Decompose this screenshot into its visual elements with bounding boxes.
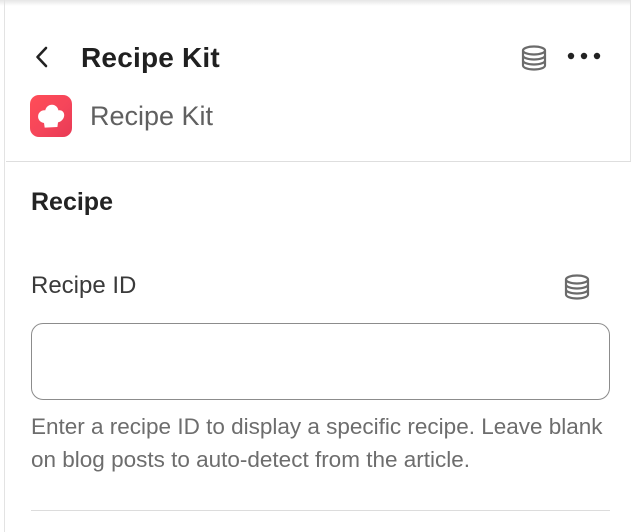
dynamic-source-button[interactable] <box>560 270 594 304</box>
ellipsis-horizontal-icon <box>567 52 601 60</box>
recipe-id-label: Recipe ID <box>31 272 137 299</box>
app-identity: Recipe Kit <box>30 95 213 137</box>
chef-hat-icon <box>38 104 65 128</box>
panel-header: Recipe Kit Recipe Kit <box>6 0 631 162</box>
chevron-left-icon <box>36 46 48 68</box>
more-options-button[interactable] <box>564 40 604 72</box>
database-icon <box>564 274 590 300</box>
section-divider <box>31 510 610 511</box>
data-source-button[interactable] <box>518 42 550 74</box>
database-icon <box>521 45 547 71</box>
app-name: Recipe Kit <box>90 101 214 131</box>
back-button[interactable] <box>28 38 56 76</box>
recipe-id-input[interactable] <box>31 323 610 400</box>
left-panel-border <box>0 0 5 532</box>
page-title: Recipe Kit <box>81 42 220 73</box>
section-title: Recipe <box>31 188 113 216</box>
recipe-id-help-text: Enter a recipe ID to display a specific … <box>31 414 603 472</box>
settings-panel: Recipe Kit Recipe Kit Recipe Recipe ID E… <box>0 0 631 532</box>
app-logo <box>30 95 72 137</box>
